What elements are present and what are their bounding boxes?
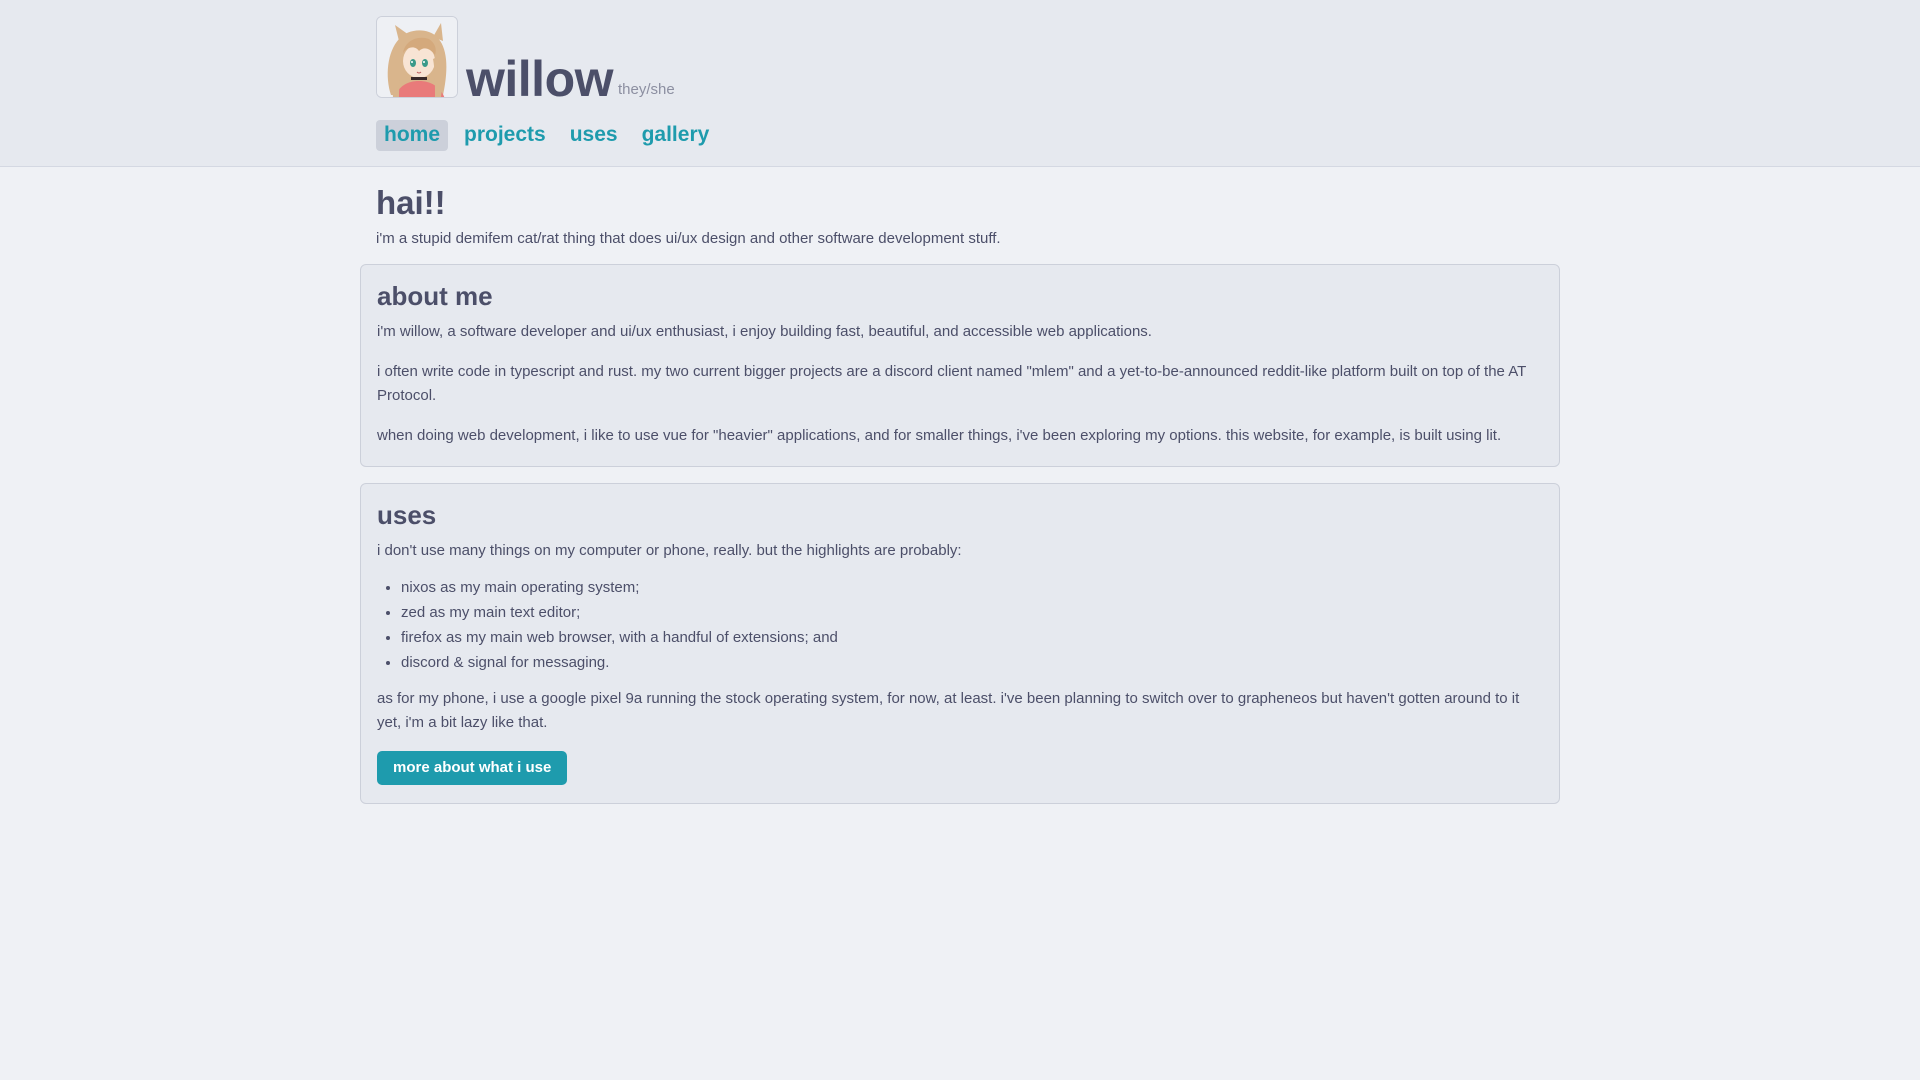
about-paragraph: i often write code in typescript and rus… [377,363,1527,404]
list-item: nixos as my main operating system; [401,575,1543,600]
list-item: zed as my main text editor; [401,600,1543,625]
about-paragraph: i'm willow, a software developer and ui/… [377,323,1152,340]
site-title[interactable]: willow [466,54,614,104]
nav-link-uses[interactable]: uses [562,120,626,151]
uses-intro: i don't use many things on my computer o… [377,542,962,559]
avatar-illustration [377,17,457,97]
nav-link-projects[interactable]: projects [456,120,554,151]
main-content: hai!! i'm a stupid demifem cat/rat thing… [360,184,1560,804]
uses-list: nixos as my main operating system; zed a… [377,575,1543,675]
page-title: hai!! [376,184,446,221]
about-paragraph: when doing web development, i like to us… [377,427,1502,444]
uses-card: uses i don't use many things on my compu… [360,483,1560,804]
uses-heading: uses [377,500,437,530]
phone-paragraph: as for my phone, i use a google pixel 9a… [377,690,1520,731]
pronouns: they/she [618,81,675,98]
about-card: about me i'm willow, a software develope… [360,264,1560,467]
about-heading: about me [377,281,493,311]
main-nav: home projects uses gallery [376,120,717,151]
nav-link-gallery[interactable]: gallery [634,120,718,151]
more-uses-button[interactable]: more about what i use [377,751,568,785]
avatar[interactable] [376,16,458,98]
site-header: willow they/she home projects uses galle… [0,0,1920,167]
list-item: discord & signal for messaging. [401,650,1543,675]
hero: hai!! i'm a stupid demifem cat/rat thing… [360,184,1560,248]
nav-link-home[interactable]: home [376,120,449,151]
list-item: firefox as my main web browser, with a h… [401,625,1543,650]
page-subtitle: i'm a stupid demifem cat/rat thing that … [376,230,1001,247]
brand: willow they/she [376,16,675,104]
